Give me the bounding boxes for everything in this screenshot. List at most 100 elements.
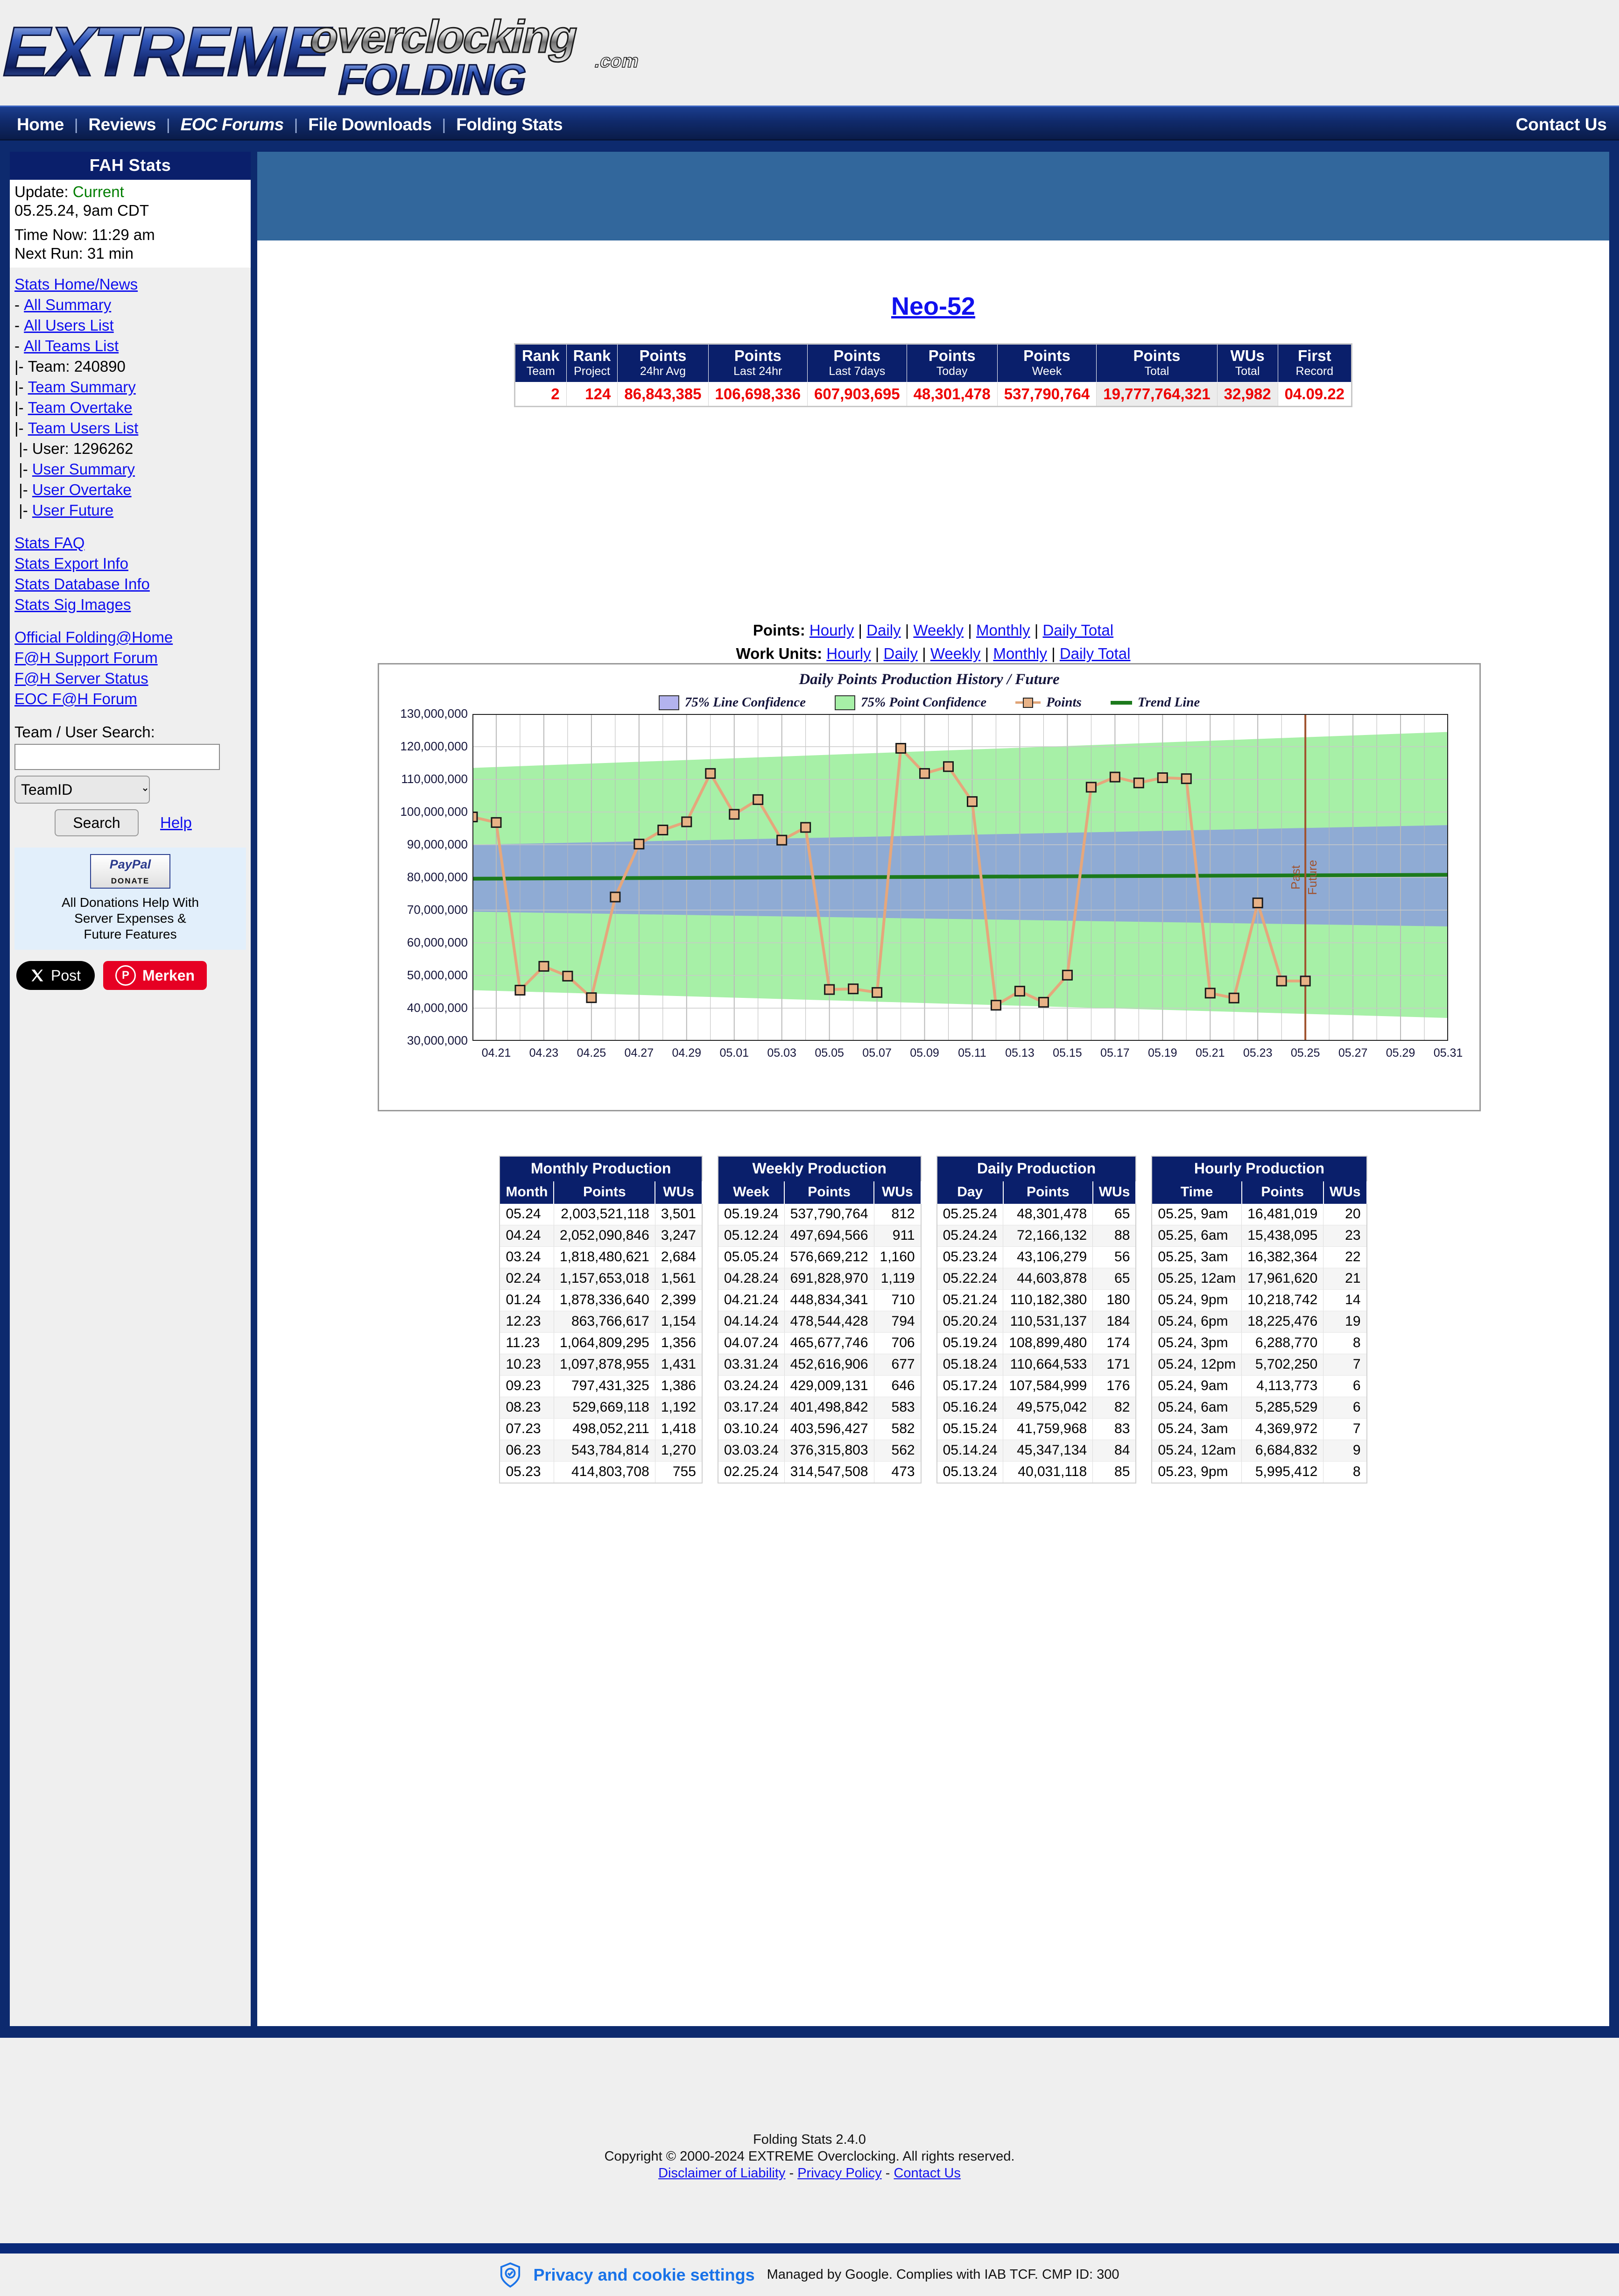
sidebar-item-stats-faq[interactable]: Stats FAQ [14, 534, 84, 551]
sidebar-item-team-overtake[interactable]: Team Overtake [28, 399, 133, 416]
workunits-link-hourly[interactable]: Hourly [826, 645, 871, 662]
table-cell: 797,431,325 [554, 1375, 655, 1397]
search-button[interactable]: Search [55, 809, 139, 836]
sidebar-link-group-3: Official Folding@Home F@H Support Forum F@… [14, 627, 246, 709]
table-cell: 17,961,620 [1241, 1268, 1324, 1290]
sidebar-item-user-future[interactable]: User Future [32, 502, 113, 519]
table-row: 05.24, 12pm 5,702,250 7 [1152, 1354, 1367, 1376]
table-cell: 108,899,480 [1003, 1332, 1093, 1354]
points-link-hourly[interactable]: Hourly [810, 622, 854, 639]
search-input[interactable] [14, 744, 220, 770]
period-links: Points: Hourly | Daily | Weekly | Monthl… [257, 619, 1609, 665]
sidebar-item-all-users-list[interactable]: All Users List [24, 317, 114, 334]
table-cell: 3,501 [655, 1204, 703, 1225]
table-cell: 03.24 [500, 1246, 554, 1268]
sidebar-item-f-h-server-status[interactable]: F@H Server Status [14, 670, 148, 687]
table-row: 03.24 1,818,480,621 2,684 [500, 1246, 703, 1268]
nav-item-folding-stats[interactable]: Folding Stats [446, 107, 573, 142]
sidebar-item-stats-sig-images[interactable]: Stats Sig Images [14, 596, 131, 613]
nav-item-eoc-forums[interactable]: EOC Forums [170, 107, 294, 142]
table-row: 05.24 2,003,521,118 3,501 [500, 1204, 703, 1225]
body-frame: FAH Stats Update: Current 05.25.24, 9am … [0, 142, 1619, 2038]
points-link-monthly[interactable]: Monthly [976, 622, 1030, 639]
table-cell: 911 [874, 1225, 922, 1247]
nav-item-reviews[interactable]: Reviews [78, 107, 166, 142]
table-row: 02.24 1,157,653,018 1,561 [500, 1268, 703, 1290]
table-row: 2 124 86,843,385 106,698,336 607,903,695 48,3… [514, 382, 1352, 407]
table-row: 03.17.24 401,498,842 583 [718, 1397, 922, 1419]
table-row: 05.25, 12am 17,961,620 21 [1152, 1268, 1367, 1290]
table-row: 05.19.24 537,790,764 812 [718, 1204, 922, 1225]
nav-item-home[interactable]: Home [7, 107, 74, 142]
privacy-cookie-settings-link[interactable]: Privacy and cookie settings [533, 2265, 754, 2285]
search-type-select[interactable]: TeamIDUserIDTeam NameUser Name [14, 776, 150, 804]
sidebar-item-team-summary[interactable]: Team Summary [28, 378, 136, 396]
table-weekly-production: Weekly Production Week Points WUs 05.19.24 53… [717, 1156, 922, 1484]
nav-item-contact-us[interactable]: Contact Us [1516, 115, 1607, 134]
points-link-weekly[interactable]: Weekly [913, 622, 964, 639]
footer-link-disclaimer-of-liability[interactable]: Disclaimer of Liability [658, 2166, 785, 2181]
x-axis-tick-label: 05.07 [862, 1046, 892, 1060]
sidebar-item-team-users-list[interactable]: Team Users List [28, 419, 139, 437]
legend-label: 75% Point Confidence [861, 695, 987, 710]
points-link-daily[interactable]: Daily [866, 622, 901, 639]
workunits-link-monthly[interactable]: Monthly [993, 645, 1047, 662]
table-cell: 1,119 [874, 1268, 922, 1290]
workunits-link-daily[interactable]: Daily [884, 645, 918, 662]
sidebar-item-stats-database-info[interactable]: Stats Database Info [14, 575, 150, 593]
donation-text: All Donations Help With Server Expenses &… [14, 895, 246, 942]
sidebar-item-f-h-support-forum[interactable]: F@H Support Forum [14, 649, 158, 666]
x-post-button[interactable]: Post [16, 961, 95, 990]
footer-link-privacy-policy[interactable]: Privacy Policy [797, 2166, 882, 2181]
sidebar-item-user-summary[interactable]: User Summary [32, 460, 135, 478]
column-header: Points [1241, 1181, 1324, 1204]
sidebar-item-stats-export-info[interactable]: Stats Export Info [14, 555, 128, 572]
summary-stats-table: Rank Team Rank Project Points 24hr Avg Points L… [514, 343, 1353, 407]
sidebar-item-all-summary[interactable]: All Summary [24, 296, 111, 313]
table-cell: 537,790,764 [784, 1204, 874, 1225]
table-cell: 23 [1323, 1225, 1367, 1247]
sidebar-item-user-overtake[interactable]: User Overtake [32, 481, 132, 498]
table-cell: 43,106,279 [1003, 1246, 1093, 1268]
table-cell: 1,192 [655, 1397, 703, 1419]
pinterest-save-button[interactable]: P Merken [103, 961, 207, 990]
workunits-link-daily-total[interactable]: Daily Total [1060, 645, 1131, 662]
sidebar-item-official-folding-home[interactable]: Official Folding@Home [14, 629, 173, 646]
table-title: Weekly Production [718, 1156, 921, 1181]
table-cell: 05.25.24 [936, 1204, 1004, 1225]
table-cell: 16,481,019 [1241, 1204, 1324, 1225]
points-link-daily-total[interactable]: Daily Total [1042, 622, 1113, 639]
tree-prefix: |- [14, 502, 32, 519]
help-link[interactable]: Help [160, 814, 192, 832]
paypal-donate-button[interactable]: PayPal DONATE [90, 854, 170, 889]
column-header: Points [784, 1181, 875, 1204]
x-axis-tick-label: 04.21 [481, 1046, 511, 1060]
site-logo[interactable]: EXTREME overclocking FOLDING .com [0, 6, 691, 101]
table-cell: 45,347,134 [1003, 1440, 1093, 1462]
sidebar-link-row: Official Folding@Home [14, 627, 246, 648]
column-header: Points Total [1096, 344, 1218, 382]
pinterest-label: Merken [142, 967, 195, 984]
sidebar-item-stats-home-news[interactable]: Stats Home/News [14, 276, 138, 293]
table-cell: 09.23 [500, 1375, 554, 1397]
table-cell: 05.19.24 [718, 1204, 785, 1225]
table-cell: 10.23 [500, 1354, 554, 1376]
y-axis-tick-label: 110,000,000 [401, 772, 468, 786]
team-name-link[interactable]: Neo-52 [891, 292, 975, 320]
footer-link-contact-us[interactable]: Contact Us [894, 2166, 960, 2181]
table-row: 05.25.24 48,301,478 65 [936, 1204, 1136, 1225]
social-buttons: Post P Merken [16, 961, 251, 990]
table-cell: 05.16.24 [936, 1397, 1004, 1419]
sidebar-item-eoc-f-h-forum[interactable]: EOC F@H Forum [14, 690, 137, 707]
workunits-link-weekly[interactable]: Weekly [930, 645, 981, 662]
svg-text:Past: Past [1288, 865, 1302, 890]
sidebar-link-row: - All Users List [14, 315, 246, 336]
table-cell: 6,684,832 [1241, 1440, 1324, 1462]
table-cell: 543,784,814 [554, 1440, 655, 1462]
paypal-donate-label: DONATE [111, 876, 150, 885]
nav-item-file-downloads[interactable]: File Downloads [298, 107, 442, 142]
table-cell: 05.12.24 [718, 1225, 785, 1247]
sidebar-item-all-teams-list[interactable]: All Teams List [24, 337, 119, 354]
table-row: 05.23, 9pm 5,995,412 8 [1152, 1461, 1367, 1484]
x-axis-tick-label: 05.19 [1148, 1046, 1177, 1060]
